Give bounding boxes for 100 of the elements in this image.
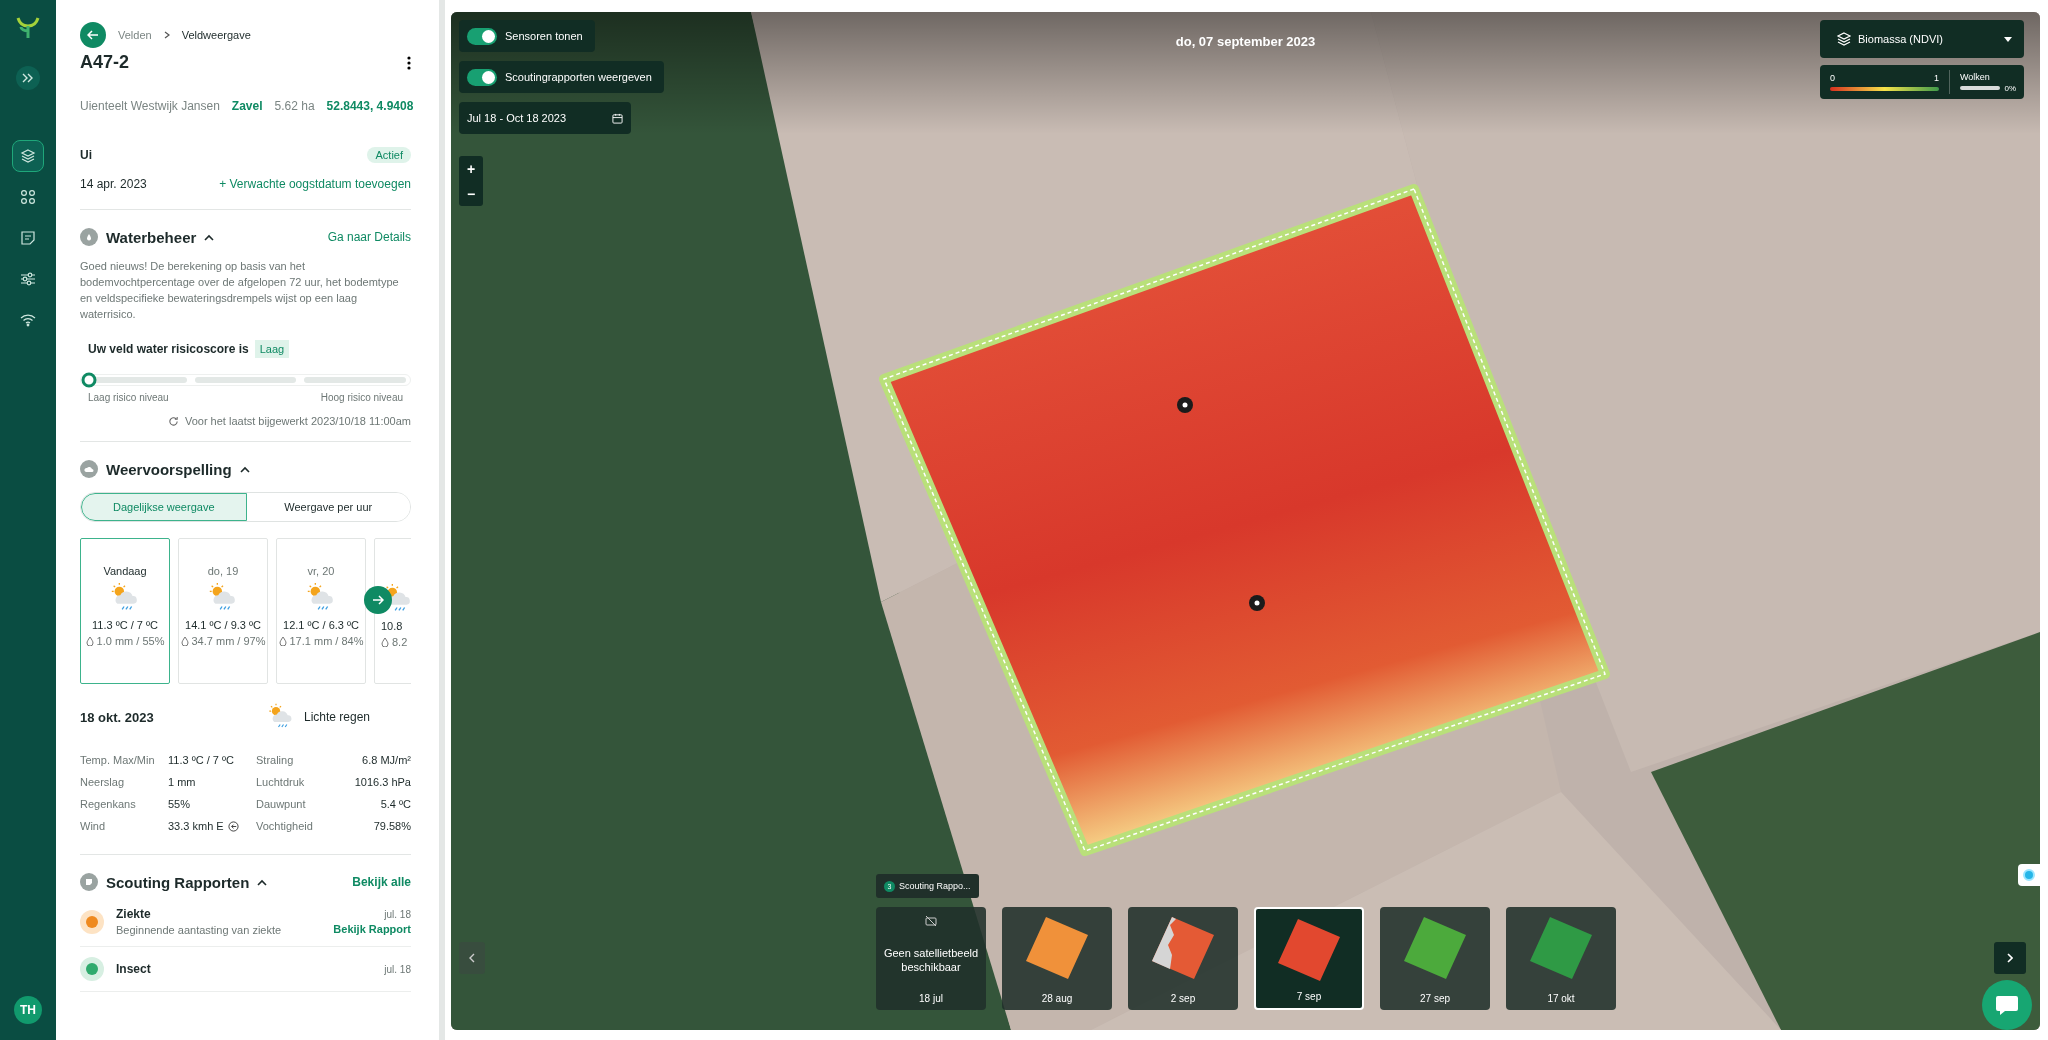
thumbnail-date: 27 sep (1420, 993, 1450, 1004)
next-button[interactable] (364, 586, 392, 614)
section-title: Waterbeheer (106, 228, 197, 246)
refresh-icon (167, 415, 179, 427)
forecast-rain: 1.0 mm / 55% (96, 635, 165, 647)
meta-link[interactable]: Zavel (231, 99, 263, 113)
satellite-thumbnail[interactable]: 17 okt (1506, 907, 1616, 1010)
drop-icon (381, 637, 389, 647)
section-title: Scouting Rapporten (106, 873, 250, 891)
sensor-marker[interactable] (1176, 396, 1194, 414)
stat-value: 11.3 ºC / 7 ºC (168, 754, 234, 766)
stat-value: 1016.3 hPa (354, 776, 411, 788)
grid-icon (20, 189, 36, 205)
drop-icon (85, 636, 94, 646)
forecast-card[interactable]: do, 19 14.1 ºC / 9.3 ºC 34.7 mm / 97% (178, 538, 268, 684)
thumbnail-date: 28 aug (1041, 993, 1073, 1004)
forecast-card[interactable]: Vandaag 11.3 ºC / 7 ºC 1.0 mm / 55% (80, 538, 170, 684)
last-updated-text: Voor het laatst bijgewerkt 2023/10/18 11:00am (184, 415, 411, 427)
breadcrumb-current: Veldweergave (181, 29, 251, 41)
next-image-button[interactable] (1994, 942, 2026, 974)
satellite-thumbnail[interactable]: 2 sep (1128, 907, 1238, 1010)
date-range-picker[interactable]: Jul 18 - Oct 18 2023 (459, 102, 631, 134)
status-badge: Actief (367, 147, 411, 163)
view-report-link[interactable]: Bekijk Rapport (333, 922, 411, 935)
insect-icon (80, 957, 104, 981)
forecast-day: vr, 20 (307, 565, 335, 577)
report-title: Ziekte (116, 907, 152, 921)
forecast-rain: 34.7 mm / 97% (191, 635, 266, 647)
previous-button[interactable] (459, 942, 485, 974)
drop-icon (278, 636, 287, 646)
satellite-thumbnail[interactable]: 27 sep (1380, 907, 1490, 1010)
forecast-temperature: 12.1 ºC / 6.3 ºC (283, 619, 359, 631)
layer-dropdown[interactable]: Biomassa (NDVI) (1820, 20, 2024, 58)
crop-name: Ui (80, 148, 92, 162)
toggle-label: Scoutingrapporten weergeven (505, 71, 652, 83)
report-date: jul. 18 (384, 908, 411, 920)
forecast-day: Vandaag (103, 565, 147, 577)
layers-icon (20, 148, 36, 164)
cloud-bar (1960, 86, 2001, 90)
chevron-right-icon (163, 31, 170, 39)
expand-button[interactable] (16, 66, 40, 90)
risk-score-badge: Laag (254, 340, 290, 358)
thumbnail-date: 17 okt (1547, 993, 1575, 1004)
no-image-icon (925, 915, 937, 927)
sliders-icon (20, 271, 36, 287)
satellite-thumbnail[interactable]: 28 aug (1002, 907, 1112, 1010)
thumbnail-date: 2 sep (1170, 993, 1196, 1004)
thumbnail-date: 7 sep (1296, 991, 1322, 1002)
view-all-link[interactable]: Bekijk alle (352, 875, 411, 889)
toggle-switch[interactable] (467, 68, 497, 86)
stat-value: 33.3 kmh E (168, 820, 224, 832)
add-harvest-date-link[interactable]: + Verwachte oogstdatum toevoegen (219, 177, 411, 191)
more-options-icon[interactable] (407, 55, 411, 70)
drop-icon (180, 636, 189, 646)
clouds-label: Wolken (1960, 71, 1991, 82)
forecast-day: do, 19 (207, 565, 239, 577)
low-risk-label: Laag risico niveau (88, 392, 169, 403)
arrow-right-icon (372, 595, 384, 605)
chevron-up-icon[interactable] (257, 878, 268, 886)
satellite-thumbnail[interactable]: 7 sep (1254, 907, 1364, 1010)
chevron-up-icon[interactable] (204, 233, 215, 241)
forecast-date: 18 okt. 2023 (80, 709, 154, 725)
forecast-temperature: 10.8 (381, 620, 403, 632)
stat-value: 79.58% (373, 820, 411, 832)
stat-label: Neerslag (80, 776, 126, 788)
legend-max: 1 (1934, 73, 1939, 83)
view-mode-tab[interactable]: Dagelijkse weergave (81, 493, 247, 521)
stat-label: Temp. Max/Min (80, 754, 156, 766)
meta-link[interactable]: 52.8443, 4.9408 (326, 99, 414, 113)
stat-label: Wind (80, 820, 107, 832)
chat-icon (1995, 994, 2019, 1016)
sensor-marker[interactable] (1248, 594, 1266, 612)
report-description: Beginnende aantasting van ziekte (116, 924, 283, 936)
breadcrumb-link[interactable]: Velden (118, 29, 152, 41)
toggle-label: Sensoren tonen (505, 30, 583, 42)
chevron-up-icon[interactable] (239, 465, 250, 473)
wifi-icon (20, 312, 36, 328)
no-image-text: Geen satellietbeeld beschikbaar (882, 946, 980, 974)
note-icon (20, 230, 36, 246)
forecast-card[interactable]: vr, 20 12.1 ºC / 6.3 ºC 17.1 mm / 84% (276, 538, 366, 684)
user-avatar[interactable]: TH (14, 996, 42, 1024)
high-risk-label: Hoog risico niveau (320, 392, 403, 403)
forecast-rain: 17.1 mm / 84% (289, 635, 364, 647)
back-button[interactable] (80, 22, 106, 48)
field-title: A47-2 (80, 52, 130, 73)
sow-date: 14 apr. 2023 (80, 177, 147, 191)
caret-icon (2004, 36, 2012, 42)
zoom-in-button[interactable]: + (459, 156, 483, 181)
forecast-rain: 8.2 (392, 636, 408, 648)
zoom-out-button[interactable]: − (459, 181, 483, 206)
forecast-temperature: 11.3 ºC / 7 ºC (92, 619, 158, 631)
forecast-temperature: 14.1 ºC / 9.3 ºC (185, 619, 261, 631)
nav-button[interactable] (12, 140, 44, 172)
toggle-switch[interactable] (467, 27, 497, 45)
disease-icon (80, 909, 104, 934)
meta-text: 5.62 ha (274, 99, 315, 113)
stat-label: Regenkans (80, 798, 137, 810)
legend-min: 0 (1830, 73, 1835, 83)
stat-value: 1 mm (168, 776, 196, 788)
details-link[interactable]: Ga naar Details (327, 230, 411, 244)
